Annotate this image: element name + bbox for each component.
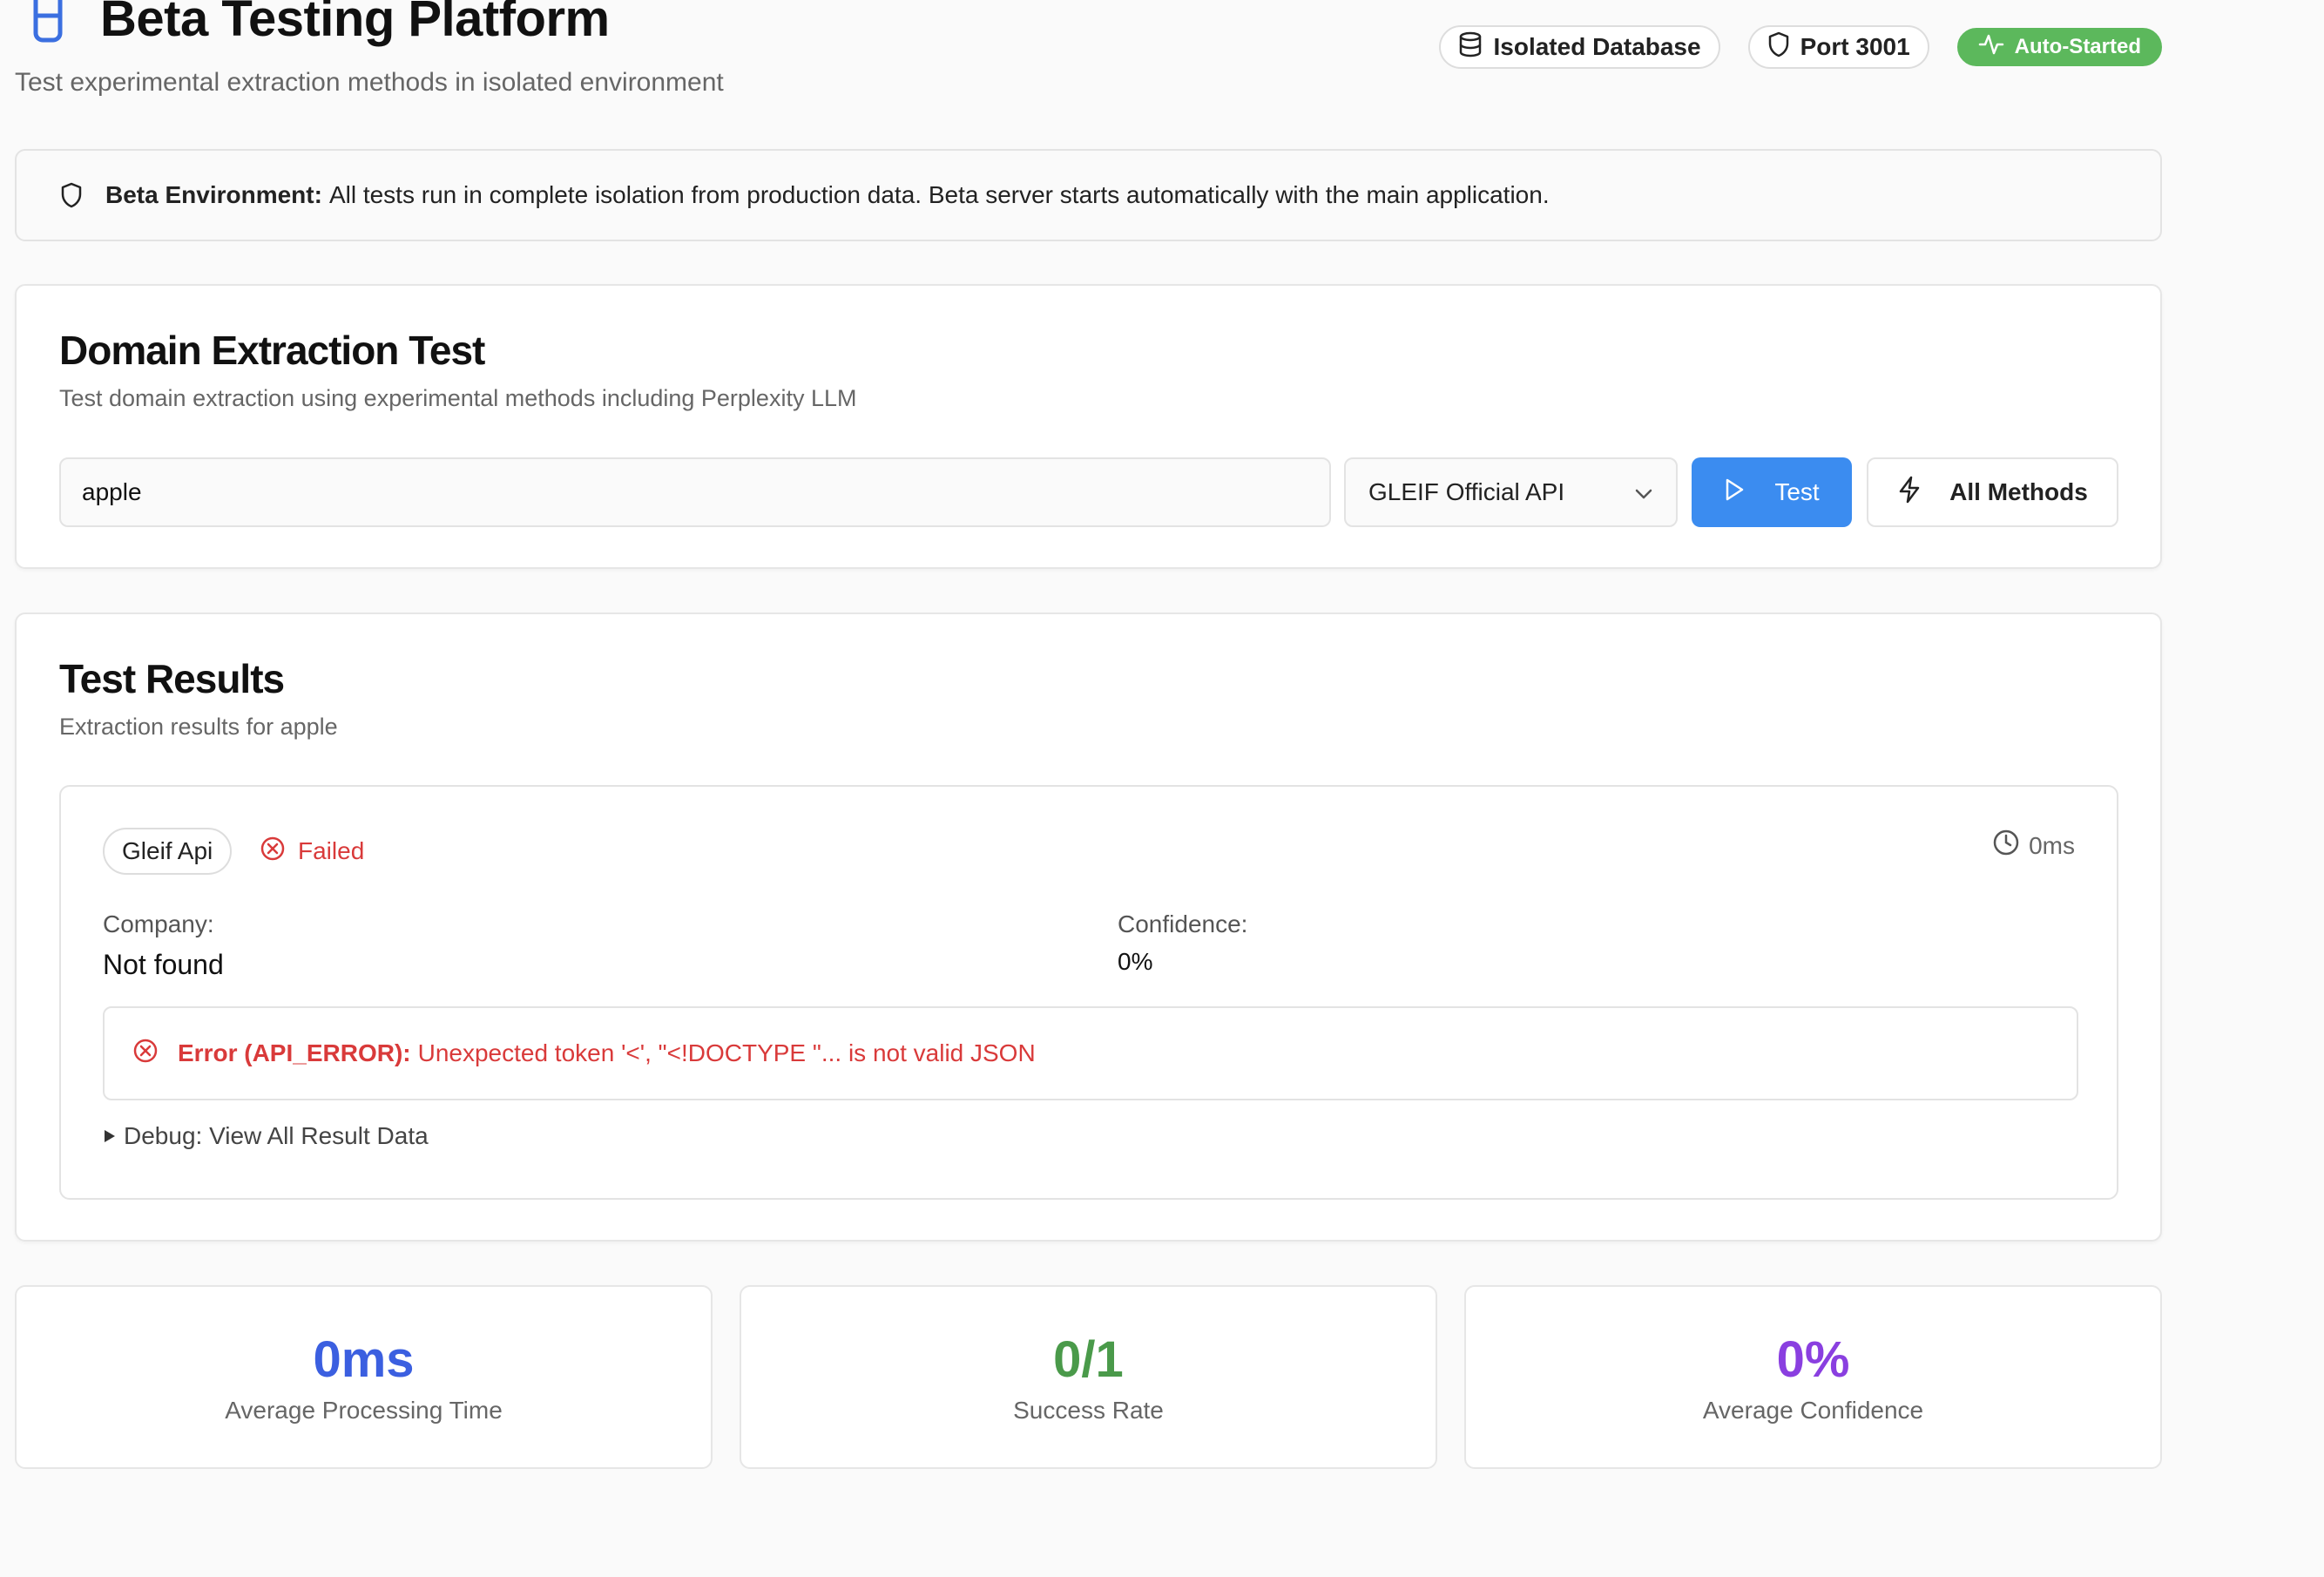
stat-label: Average Confidence [1702,1397,1924,1424]
error-message-box: Error (API_ERROR): Unexpected token '<', … [103,1006,2078,1100]
extraction-description: Test domain extraction using experimenta… [59,385,857,411]
confidence-value: 0% [1118,948,1153,975]
result-item: Gleif Api Failed 0ms Company: Not found … [59,785,2118,1200]
page-subtitle: Test experimental extraction methods in … [15,68,724,97]
method-select-value: GLEIF Official API [1368,478,1565,505]
page-header: Beta Testing Platform Test experimental … [15,0,2162,113]
results-description: Extraction results for apple [59,714,338,740]
stat-value: 0% [1776,1331,1850,1388]
header-badges: Isolated Database Port 3001 Auto-Started [1439,25,2162,69]
stat-label: Average Processing Time [225,1397,503,1424]
test-results-card: Test Results Extraction results for appl… [15,613,2162,1242]
domain-extraction-card: Domain Extraction Test Test domain extra… [15,284,2162,569]
test-tube-icon [24,0,72,46]
test-button-label: Test [1774,478,1820,505]
banner-text: All tests run in complete isolation from… [328,181,1550,208]
stat-label: Success Rate [1013,1397,1164,1424]
database-icon [1458,31,1483,64]
database-badge-label: Isolated Database [1493,33,1701,60]
results-title: Test Results [59,656,285,701]
page-title: Beta Testing Platform [100,0,610,47]
debug-label: Debug: View All Result Data [124,1122,429,1149]
stat-value: 0ms [313,1331,415,1388]
title-row: Beta Testing Platform [24,0,610,48]
beta-environment-banner: Beta Environment: All tests run in compl… [15,149,2162,241]
error-text: Unexpected token '<', "<!DOCTYPE "... is… [417,1039,1036,1066]
method-select[interactable]: GLEIF Official API [1344,457,1678,527]
domain-input[interactable] [59,457,1331,527]
triangle-right-icon [103,1122,117,1150]
status-label: Failed [298,837,365,864]
debug-toggle[interactable]: Debug: View All Result Data [103,1122,429,1150]
x-circle-icon [132,1038,159,1070]
lightning-icon [1897,476,1922,510]
all-methods-button[interactable]: All Methods [1867,457,2118,527]
play-icon [1724,477,1745,508]
all-methods-label: All Methods [1949,478,2088,505]
test-button[interactable]: Test [1692,457,1852,527]
extraction-title: Domain Extraction Test [59,328,485,373]
activity-icon [1978,33,2004,62]
shield-icon [1767,31,1790,64]
company-value: Not found [103,949,224,980]
chevron-down-icon [1634,478,1653,506]
port-badge-label: Port 3001 [1800,33,1910,60]
shield-icon [60,182,83,208]
stat-value: 0/1 [1053,1331,1124,1388]
isolated-database-badge: Isolated Database [1439,25,1720,69]
error-label: Error (API_ERROR): [178,1039,411,1066]
auto-started-label: Auto-Started [2014,35,2141,58]
processing-time: 0ms [1992,829,2075,863]
stat-card-confidence: 0% Average Confidence [1464,1285,2162,1469]
stat-card-success-rate: 0/1 Success Rate [740,1285,1437,1469]
processing-time-value: 0ms [2029,831,2075,859]
company-label: Company: [103,910,214,937]
method-pill: Gleif Api [103,828,233,875]
port-badge: Port 3001 [1747,25,1929,69]
stat-card-processing-time: 0ms Average Processing Time [15,1285,713,1469]
confidence-label: Confidence: [1118,910,1248,937]
x-circle-icon [260,836,286,868]
status-badge: Failed [260,828,364,875]
auto-started-badge: Auto-Started [1956,28,2162,66]
banner-label: Beta Environment: [105,181,322,208]
clock-icon [1992,829,2020,863]
